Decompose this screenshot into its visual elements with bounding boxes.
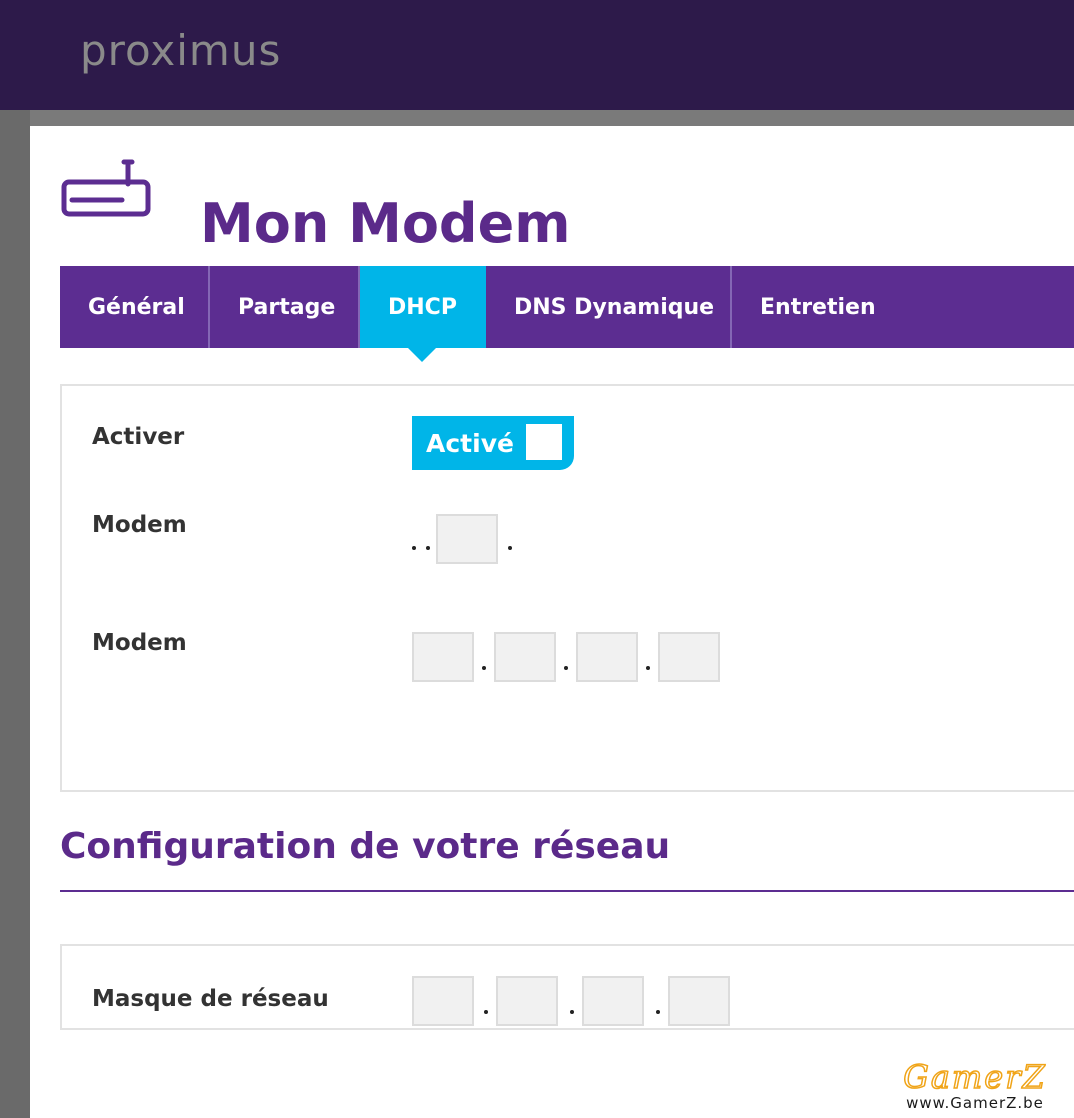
proximus-logo[interactable]: proximus (80, 26, 281, 75)
ip-separator (508, 546, 512, 550)
section-title: Configuration de votre réseau (60, 826, 671, 867)
tab-label: DHCP (388, 294, 457, 320)
tab-label: Entretien (760, 294, 876, 320)
ip-separator (426, 546, 430, 550)
dhcp-enable-toggle[interactable]: Activé (412, 416, 574, 470)
main-panel: Mon Modem Général Partage DHCP DNS Dynam… (30, 126, 1074, 1118)
tab-bar: Général Partage DHCP DNS Dynamique Entre… (60, 266, 1074, 362)
modem-ip-label: Modem (92, 512, 187, 538)
ip-separator (656, 1010, 660, 1014)
sidebar-background (0, 110, 30, 1118)
dhcp-settings-box: Activer Activé Modem Modem (60, 384, 1074, 792)
modem-mask-octet-2[interactable] (494, 632, 556, 682)
watermark-url: www.GamerZ.be (906, 1094, 1044, 1112)
tab-label: Général (88, 294, 185, 320)
netmask-octet-2[interactable] (496, 976, 558, 1026)
tab-entretien[interactable]: Entretien (732, 266, 892, 348)
tab-label: Partage (238, 294, 336, 320)
tab-dhcp[interactable]: DHCP (360, 266, 486, 362)
tab-general[interactable]: Général (60, 266, 210, 348)
ip-separator (564, 666, 568, 670)
tab-label: DNS Dynamique (514, 294, 715, 320)
enable-label: Activer (92, 424, 185, 450)
modem-mask-octet-4[interactable] (658, 632, 720, 682)
modem-mask-label: Modem (92, 630, 187, 656)
ip-separator (482, 666, 486, 670)
modem-ip-octet-3[interactable] (436, 514, 498, 564)
watermark: GamerZ www.GamerZ.be (890, 1058, 1060, 1112)
page-title: Mon Modem (200, 192, 571, 255)
toggle-label: Activé (426, 428, 514, 458)
netmask-octet-4[interactable] (668, 976, 730, 1026)
modem-mask-octet-1[interactable] (412, 632, 474, 682)
network-config-box: Masque de réseau (60, 944, 1074, 1030)
toggle-knob (526, 424, 562, 460)
ip-separator (570, 1010, 574, 1014)
modem-icon (61, 159, 151, 217)
tab-partage[interactable]: Partage (210, 266, 360, 348)
watermark-brand: GamerZ (903, 1058, 1047, 1096)
netmask-octet-1[interactable] (412, 976, 474, 1026)
ip-separator (412, 546, 416, 550)
netmask-label: Masque de réseau (92, 986, 329, 1012)
ip-separator (484, 1010, 488, 1014)
section-divider (60, 890, 1074, 892)
modem-mask-octet-3[interactable] (576, 632, 638, 682)
ip-separator (646, 666, 650, 670)
tab-dns-dynamique[interactable]: DNS Dynamique (486, 266, 732, 348)
netmask-octet-3[interactable] (582, 976, 644, 1026)
top-bar: proximus (0, 0, 1074, 110)
